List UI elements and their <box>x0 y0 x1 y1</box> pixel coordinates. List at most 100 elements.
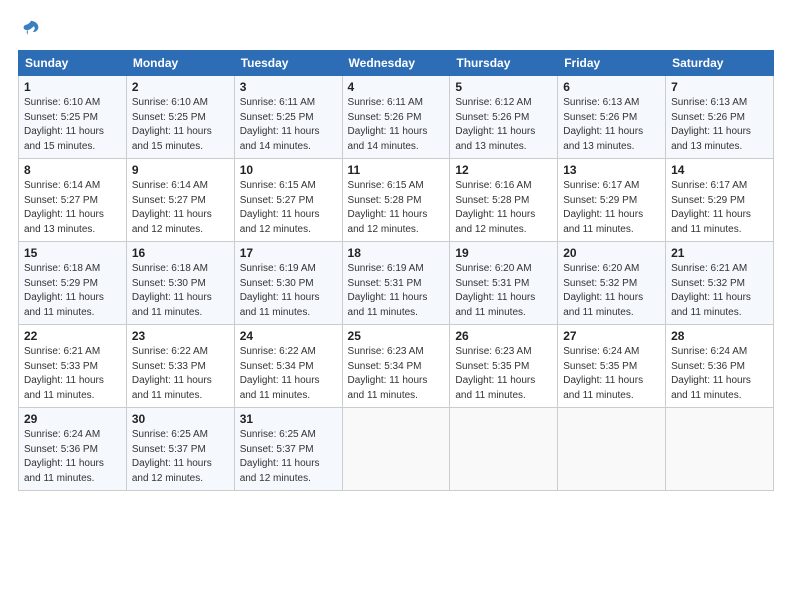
calendar-cell: 19 Sunrise: 6:20 AM Sunset: 5:31 PM Dayli… <box>450 242 558 325</box>
day-number: 3 <box>240 80 337 94</box>
calendar-cell: 7 Sunrise: 6:13 AM Sunset: 5:26 PM Daylig… <box>666 76 774 159</box>
weekday-header: Tuesday <box>234 51 342 76</box>
calendar-week-row: 1Sunrise: 6:10 AM Sunset: 5:25 PM Daylig… <box>19 76 774 159</box>
day-number: 25 <box>348 329 445 343</box>
day-info: Sunrise: 6:20 AM Sunset: 5:32 PM Dayligh… <box>563 262 660 320</box>
day-info: Sunrise: 6:25 AM Sunset: 5:37 PM Dayligh… <box>132 428 229 486</box>
calendar-week-row: 22 Sunrise: 6:21 AM Sunset: 5:33 PM Dayli… <box>19 325 774 408</box>
calendar-cell: 18Sunrise: 6:19 AM Sunset: 5:31 PM Dayli… <box>342 242 450 325</box>
day-number: 19 <box>455 246 552 260</box>
calendar-cell: 11 Sunrise: 6:15 AM Sunset: 5:28 PM Dayli… <box>342 159 450 242</box>
calendar-cell: 28 Sunrise: 6:24 AM Sunset: 5:36 PM Dayli… <box>666 325 774 408</box>
calendar: SundayMondayTuesdayWednesdayThursdayFrid… <box>18 50 774 491</box>
weekday-header: Wednesday <box>342 51 450 76</box>
day-info: Sunrise: 6:22 AM Sunset: 5:34 PM Dayligh… <box>240 345 337 403</box>
weekday-header: Monday <box>126 51 234 76</box>
day-number: 2 <box>132 80 229 94</box>
calendar-cell: 8 Sunrise: 6:14 AM Sunset: 5:27 PM Daylig… <box>19 159 127 242</box>
calendar-cell: 4 Sunrise: 6:11 AM Sunset: 5:26 PM Daylig… <box>342 76 450 159</box>
calendar-cell: 22 Sunrise: 6:21 AM Sunset: 5:33 PM Dayli… <box>19 325 127 408</box>
day-number: 5 <box>455 80 552 94</box>
day-info: Sunrise: 6:22 AM Sunset: 5:33 PM Dayligh… <box>132 345 229 403</box>
calendar-cell: 16 Sunrise: 6:18 AM Sunset: 5:30 PM Dayli… <box>126 242 234 325</box>
weekday-header: Saturday <box>666 51 774 76</box>
day-info: Sunrise: 6:13 AM Sunset: 5:26 PM Dayligh… <box>563 96 660 154</box>
calendar-cell: 10 Sunrise: 6:15 AM Sunset: 5:27 PM Dayli… <box>234 159 342 242</box>
day-number: 16 <box>132 246 229 260</box>
calendar-cell: 2Sunrise: 6:10 AM Sunset: 5:25 PM Daylig… <box>126 76 234 159</box>
calendar-cell: 13 Sunrise: 6:17 AM Sunset: 5:29 PM Dayli… <box>558 159 666 242</box>
logo-bird-icon <box>20 18 42 40</box>
logo <box>18 18 44 40</box>
day-number: 8 <box>24 163 121 177</box>
day-info: Sunrise: 6:16 AM Sunset: 5:28 PM Dayligh… <box>455 179 552 237</box>
calendar-cell: 9Sunrise: 6:14 AM Sunset: 5:27 PM Daylig… <box>126 159 234 242</box>
day-info: Sunrise: 6:17 AM Sunset: 5:29 PM Dayligh… <box>563 179 660 237</box>
day-number: 27 <box>563 329 660 343</box>
day-info: Sunrise: 6:19 AM Sunset: 5:31 PM Dayligh… <box>348 262 445 320</box>
day-number: 22 <box>24 329 121 343</box>
day-info: Sunrise: 6:21 AM Sunset: 5:33 PM Dayligh… <box>24 345 121 403</box>
day-info: Sunrise: 6:23 AM Sunset: 5:35 PM Dayligh… <box>455 345 552 403</box>
calendar-cell: 14Sunrise: 6:17 AM Sunset: 5:29 PM Dayli… <box>666 159 774 242</box>
calendar-cell <box>558 408 666 491</box>
day-info: Sunrise: 6:17 AM Sunset: 5:29 PM Dayligh… <box>671 179 768 237</box>
calendar-header-row: SundayMondayTuesdayWednesdayThursdayFrid… <box>19 51 774 76</box>
calendar-cell: 6 Sunrise: 6:13 AM Sunset: 5:26 PM Daylig… <box>558 76 666 159</box>
day-info: Sunrise: 6:13 AM Sunset: 5:26 PM Dayligh… <box>671 96 768 154</box>
day-number: 23 <box>132 329 229 343</box>
day-info: Sunrise: 6:24 AM Sunset: 5:36 PM Dayligh… <box>671 345 768 403</box>
calendar-week-row: 15 Sunrise: 6:18 AM Sunset: 5:29 PM Dayli… <box>19 242 774 325</box>
day-number: 12 <box>455 163 552 177</box>
calendar-cell: 15 Sunrise: 6:18 AM Sunset: 5:29 PM Dayli… <box>19 242 127 325</box>
calendar-cell: 23 Sunrise: 6:22 AM Sunset: 5:33 PM Dayli… <box>126 325 234 408</box>
day-info: Sunrise: 6:11 AM Sunset: 5:26 PM Dayligh… <box>348 96 445 154</box>
day-number: 28 <box>671 329 768 343</box>
day-number: 13 <box>563 163 660 177</box>
calendar-cell: 12 Sunrise: 6:16 AM Sunset: 5:28 PM Dayli… <box>450 159 558 242</box>
calendar-cell <box>342 408 450 491</box>
calendar-cell: 24 Sunrise: 6:22 AM Sunset: 5:34 PM Dayli… <box>234 325 342 408</box>
weekday-header: Sunday <box>19 51 127 76</box>
calendar-cell <box>666 408 774 491</box>
calendar-cell: 27Sunrise: 6:24 AM Sunset: 5:35 PM Dayli… <box>558 325 666 408</box>
day-number: 10 <box>240 163 337 177</box>
day-info: Sunrise: 6:21 AM Sunset: 5:32 PM Dayligh… <box>671 262 768 320</box>
calendar-cell: 29Sunrise: 6:24 AM Sunset: 5:36 PM Dayli… <box>19 408 127 491</box>
logo-text <box>18 18 44 40</box>
day-info: Sunrise: 6:19 AM Sunset: 5:30 PM Dayligh… <box>240 262 337 320</box>
day-info: Sunrise: 6:14 AM Sunset: 5:27 PM Dayligh… <box>24 179 121 237</box>
day-number: 9 <box>132 163 229 177</box>
day-number: 15 <box>24 246 121 260</box>
day-number: 30 <box>132 412 229 426</box>
day-number: 21 <box>671 246 768 260</box>
day-info: Sunrise: 6:18 AM Sunset: 5:29 PM Dayligh… <box>24 262 121 320</box>
page: SundayMondayTuesdayWednesdayThursdayFrid… <box>0 0 792 501</box>
calendar-cell: 21 Sunrise: 6:21 AM Sunset: 5:32 PM Dayli… <box>666 242 774 325</box>
calendar-cell: 17 Sunrise: 6:19 AM Sunset: 5:30 PM Dayli… <box>234 242 342 325</box>
calendar-week-row: 8 Sunrise: 6:14 AM Sunset: 5:27 PM Daylig… <box>19 159 774 242</box>
weekday-header: Friday <box>558 51 666 76</box>
day-info: Sunrise: 6:20 AM Sunset: 5:31 PM Dayligh… <box>455 262 552 320</box>
day-info: Sunrise: 6:11 AM Sunset: 5:25 PM Dayligh… <box>240 96 337 154</box>
day-number: 6 <box>563 80 660 94</box>
day-info: Sunrise: 6:15 AM Sunset: 5:28 PM Dayligh… <box>348 179 445 237</box>
day-number: 26 <box>455 329 552 343</box>
day-number: 1 <box>24 80 121 94</box>
day-info: Sunrise: 6:18 AM Sunset: 5:30 PM Dayligh… <box>132 262 229 320</box>
day-number: 24 <box>240 329 337 343</box>
calendar-cell: 1Sunrise: 6:10 AM Sunset: 5:25 PM Daylig… <box>19 76 127 159</box>
calendar-cell: 3 Sunrise: 6:11 AM Sunset: 5:25 PM Daylig… <box>234 76 342 159</box>
header <box>18 18 774 40</box>
calendar-cell: 5 Sunrise: 6:12 AM Sunset: 5:26 PM Daylig… <box>450 76 558 159</box>
day-number: 11 <box>348 163 445 177</box>
day-number: 7 <box>671 80 768 94</box>
day-info: Sunrise: 6:12 AM Sunset: 5:26 PM Dayligh… <box>455 96 552 154</box>
day-number: 4 <box>348 80 445 94</box>
day-info: Sunrise: 6:23 AM Sunset: 5:34 PM Dayligh… <box>348 345 445 403</box>
day-number: 20 <box>563 246 660 260</box>
day-number: 29 <box>24 412 121 426</box>
day-info: Sunrise: 6:15 AM Sunset: 5:27 PM Dayligh… <box>240 179 337 237</box>
day-number: 17 <box>240 246 337 260</box>
calendar-cell: 30 Sunrise: 6:25 AM Sunset: 5:37 PM Dayli… <box>126 408 234 491</box>
